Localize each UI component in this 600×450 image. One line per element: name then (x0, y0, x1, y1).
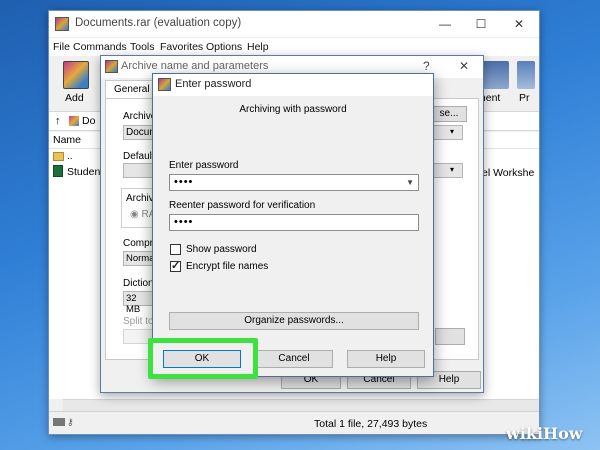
password-cancel-button[interactable]: Cancel (255, 350, 333, 368)
archive-dialog-title: Archive name and parameters (121, 60, 269, 72)
show-password-label: Show password (186, 244, 257, 255)
split-volumes-label: Split to (123, 316, 154, 327)
folder-icon (53, 152, 64, 161)
horizontal-scrollbar[interactable] (63, 399, 539, 411)
tab-general[interactable]: General (105, 80, 153, 98)
menu-options[interactable]: Options (206, 41, 242, 53)
ok-button-highlight (148, 338, 258, 379)
enter-password-value: •••• (174, 176, 194, 188)
toolbar-document-icon (483, 61, 509, 89)
main-window-title: Documents.rar (evaluation copy) (75, 17, 242, 29)
toolbar-protect-icon (517, 61, 535, 89)
enter-password-label: Enter password (169, 160, 239, 171)
compression-dropdown[interactable]: Normal (123, 251, 157, 266)
menu-favorites[interactable]: Favorites (160, 41, 203, 53)
wikihow-watermark: wikiHow (506, 424, 583, 443)
main-title-bar[interactable]: Documents.rar (evaluation copy) — ☐ ✕ (49, 11, 539, 37)
toolbar-button-partial-2[interactable]: Pr (515, 59, 539, 107)
reenter-password-input[interactable]: •••• (169, 214, 419, 231)
status-bar: ⚷ Total 1 file, 27,493 bytes (49, 411, 539, 434)
winrar-dialog-icon (105, 60, 118, 73)
up-arrow-icon[interactable]: ↑ (55, 115, 61, 127)
password-dialog-heading: Archiving with password (239, 104, 347, 115)
winrar-dialog-icon (158, 78, 171, 91)
reenter-password-value: •••• (174, 216, 194, 228)
password-dialog-title: Enter password (175, 78, 252, 90)
chevron-down-icon: ▾ (450, 165, 455, 174)
menu-commands[interactable]: Commands (73, 41, 127, 53)
toolbar-partial-label-2: Pr (519, 92, 530, 104)
encrypt-file-names-checkbox[interactable] (170, 259, 181, 272)
address-text: Do (82, 115, 96, 127)
menu-file[interactable]: File (53, 41, 70, 53)
list-item-label: Student (67, 166, 104, 178)
menu-bar: File Commands Tools Favorites Options He… (49, 38, 539, 56)
password-dialog-title-bar[interactable]: Enter password (153, 74, 433, 96)
winrar-app-icon (55, 17, 69, 31)
browse-button[interactable]: se... (431, 106, 467, 122)
default-profile-label: Default (123, 151, 155, 162)
menu-tools[interactable]: Tools (130, 41, 155, 53)
enter-password-dialog: Enter password Archiving with password E… (152, 73, 434, 377)
key-icon: ⚷ (67, 417, 74, 427)
excel-file-icon (53, 165, 63, 177)
show-password-checkbox[interactable] (170, 244, 181, 255)
add-button-label: Add (65, 92, 84, 104)
enter-password-input[interactable]: •••• ▼ (169, 174, 419, 191)
archive-path-icon (69, 116, 79, 126)
status-text: Total 1 file, 27,493 bytes (314, 418, 428, 430)
password-help-button[interactable]: Help (347, 350, 425, 368)
column-name[interactable]: Name (53, 134, 81, 146)
add-archive-icon (63, 61, 89, 89)
reenter-password-label: Reenter password for verification (169, 200, 316, 211)
organize-passwords-button[interactable]: Organize passwords... (169, 312, 419, 330)
help-icon[interactable]: ? (423, 59, 430, 73)
add-button[interactable]: Add (59, 59, 93, 107)
list-item-label: .. (67, 151, 73, 162)
dictionary-dropdown[interactable]: 32 MB (123, 291, 153, 315)
file-type-text: el Workshe (482, 167, 535, 179)
close-button[interactable]: ✕ (501, 11, 537, 37)
close-icon[interactable]: ✕ (459, 59, 469, 73)
maximize-button[interactable]: ☐ (463, 11, 499, 37)
drive-icon (53, 418, 65, 426)
split-size-button[interactable] (435, 328, 465, 345)
encrypt-file-names-label: Encrypt file names (186, 261, 269, 272)
chevron-down-icon: ▾ (450, 127, 455, 136)
menu-help[interactable]: Help (247, 41, 269, 53)
minimize-button[interactable]: — (427, 11, 463, 37)
chevron-down-icon[interactable]: ▼ (406, 175, 415, 190)
